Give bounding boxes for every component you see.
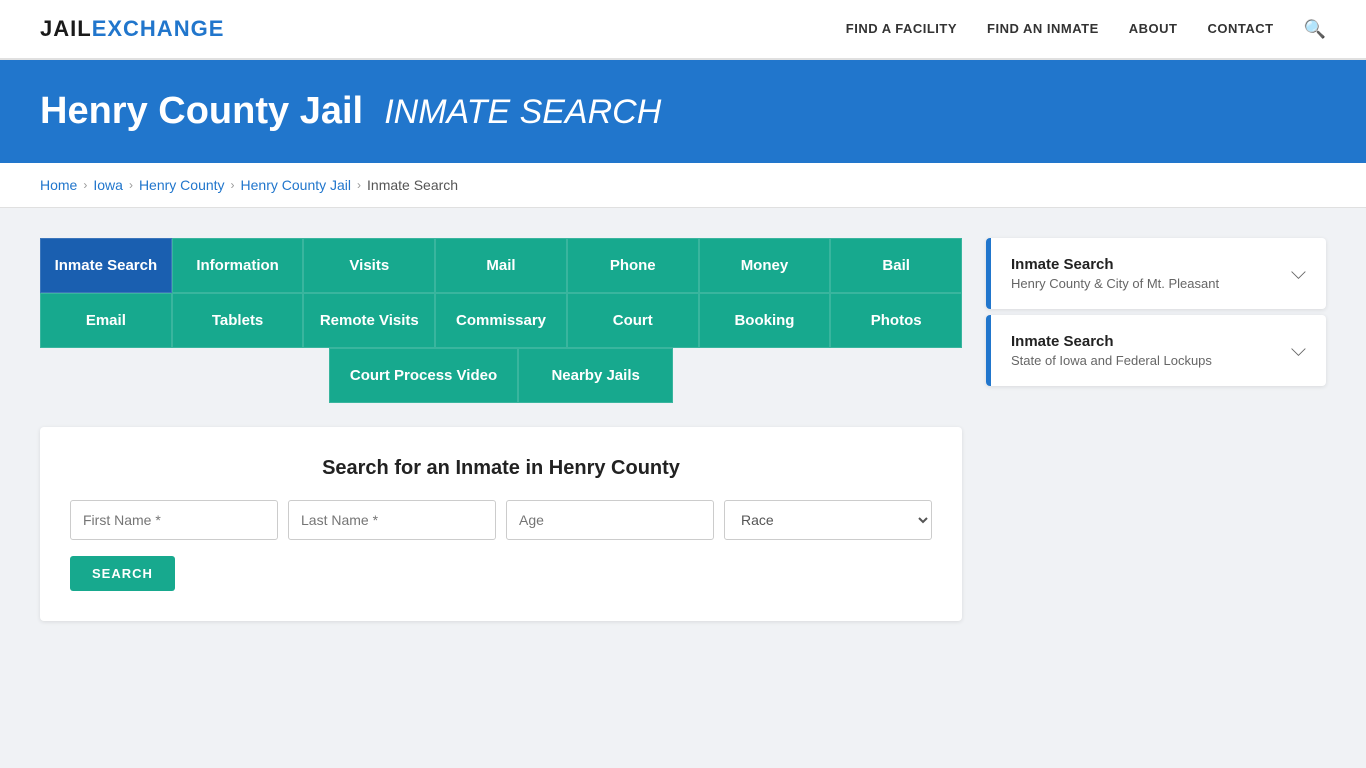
search-fields: Race White Black Hispanic Asian Native A… xyxy=(70,500,932,540)
site-logo[interactable]: JAILEXCHANGE xyxy=(40,16,224,42)
sep-3: › xyxy=(231,178,235,192)
btn-inmate-search[interactable]: Inmate Search xyxy=(40,238,172,293)
breadcrumb-henry-county-jail[interactable]: Henry County Jail xyxy=(241,177,352,193)
sep-1: › xyxy=(83,178,87,192)
page-title-italic: INMATE SEARCH xyxy=(384,93,661,131)
btn-photos[interactable]: Photos xyxy=(830,293,962,348)
search-icon[interactable]: 🔍 xyxy=(1304,19,1326,39)
hero-banner: Henry County Jail INMATE SEARCH xyxy=(0,60,1366,163)
right-sidebar: Inmate Search Henry County & City of Mt.… xyxy=(986,238,1326,392)
btn-mail[interactable]: Mail xyxy=(435,238,567,293)
first-name-input[interactable] xyxy=(70,500,278,540)
search-form-title: Search for an Inmate in Henry County xyxy=(70,457,932,480)
breadcrumb-current: Inmate Search xyxy=(367,177,458,193)
btn-tablets[interactable]: Tablets xyxy=(172,293,304,348)
last-name-input[interactable] xyxy=(288,500,496,540)
breadcrumb-iowa[interactable]: Iowa xyxy=(93,177,123,193)
sidebar-card-henry-header[interactable]: Inmate Search Henry County & City of Mt.… xyxy=(986,238,1326,309)
sep-2: › xyxy=(129,178,133,192)
sidebar-card-iowa-title: Inmate Search xyxy=(1011,333,1212,350)
btn-nearby-jails[interactable]: Nearby Jails xyxy=(518,348,673,403)
page-title: Henry County Jail INMATE SEARCH xyxy=(40,90,1326,133)
sidebar-card-henry-subtitle: Henry County & City of Mt. Pleasant xyxy=(1011,276,1219,291)
nav-find-inmate[interactable]: FIND AN INMATE xyxy=(987,20,1099,38)
btn-phone[interactable]: Phone xyxy=(567,238,699,293)
nav-find-facility[interactable]: FIND A FACILITY xyxy=(846,20,957,38)
nav-about[interactable]: ABOUT xyxy=(1129,20,1178,38)
btn-money[interactable]: Money xyxy=(699,238,831,293)
btn-bail[interactable]: Bail xyxy=(830,238,962,293)
sidebar-card-henry-title: Inmate Search xyxy=(1011,256,1219,273)
main-content: Inmate Search Information Visits Mail Ph… xyxy=(0,208,1366,651)
nav-search[interactable]: 🔍 xyxy=(1304,19,1326,40)
btn-remote-visits[interactable]: Remote Visits xyxy=(303,293,435,348)
chevron-down-icon: ⌵ xyxy=(1291,262,1306,285)
sidebar-card-iowa-text: Inmate Search State of Iowa and Federal … xyxy=(1011,333,1212,368)
nav-btn-row-2: Email Tablets Remote Visits Commissary C… xyxy=(40,293,962,348)
nav-contact-link[interactable]: CONTACT xyxy=(1207,21,1273,36)
chevron-down-icon-2: ⌵ xyxy=(1291,339,1306,362)
btn-information[interactable]: Information xyxy=(172,238,304,293)
age-input[interactable] xyxy=(506,500,714,540)
breadcrumb-bar: Home › Iowa › Henry County › Henry Count… xyxy=(0,163,1366,208)
nav-buttons: Inmate Search Information Visits Mail Ph… xyxy=(40,238,962,403)
logo-jail: JAIL xyxy=(40,16,92,41)
breadcrumb-home[interactable]: Home xyxy=(40,177,77,193)
btn-visits[interactable]: Visits xyxy=(303,238,435,293)
sidebar-card-henry-text: Inmate Search Henry County & City of Mt.… xyxy=(1011,256,1219,291)
sidebar-card-iowa: Inmate Search State of Iowa and Federal … xyxy=(986,315,1326,386)
btn-booking[interactable]: Booking xyxy=(699,293,831,348)
nav-btn-row-3: Court Process Video Nearby Jails xyxy=(40,348,962,403)
nav-btn-row-1: Inmate Search Information Visits Mail Ph… xyxy=(40,238,962,293)
nav-find-inmate-link[interactable]: FIND AN INMATE xyxy=(987,21,1099,36)
btn-email[interactable]: Email xyxy=(40,293,172,348)
breadcrumb: Home › Iowa › Henry County › Henry Count… xyxy=(40,177,1326,193)
nav-find-facility-link[interactable]: FIND A FACILITY xyxy=(846,21,957,36)
left-column: Inmate Search Information Visits Mail Ph… xyxy=(40,238,962,621)
sidebar-card-iowa-subtitle: State of Iowa and Federal Lockups xyxy=(1011,353,1212,368)
search-button[interactable]: SEARCH xyxy=(70,556,175,591)
page-title-bold: Henry County Jail xyxy=(40,90,363,132)
sidebar-card-henry: Inmate Search Henry County & City of Mt.… xyxy=(986,238,1326,309)
navbar: JAILEXCHANGE FIND A FACILITY FIND AN INM… xyxy=(0,0,1366,60)
btn-court-process-video[interactable]: Court Process Video xyxy=(329,348,518,403)
btn-court[interactable]: Court xyxy=(567,293,699,348)
nav-menu: FIND A FACILITY FIND AN INMATE ABOUT CON… xyxy=(846,19,1326,40)
btn-commissary[interactable]: Commissary xyxy=(435,293,567,348)
nav-about-link[interactable]: ABOUT xyxy=(1129,21,1178,36)
sep-4: › xyxy=(357,178,361,192)
search-form: Search for an Inmate in Henry County Rac… xyxy=(40,427,962,621)
nav-contact[interactable]: CONTACT xyxy=(1207,20,1273,38)
sidebar-card-iowa-header[interactable]: Inmate Search State of Iowa and Federal … xyxy=(986,315,1326,386)
race-select[interactable]: Race White Black Hispanic Asian Native A… xyxy=(724,500,932,540)
logo-exchange: EXCHANGE xyxy=(92,16,225,41)
breadcrumb-henry-county[interactable]: Henry County xyxy=(139,177,225,193)
